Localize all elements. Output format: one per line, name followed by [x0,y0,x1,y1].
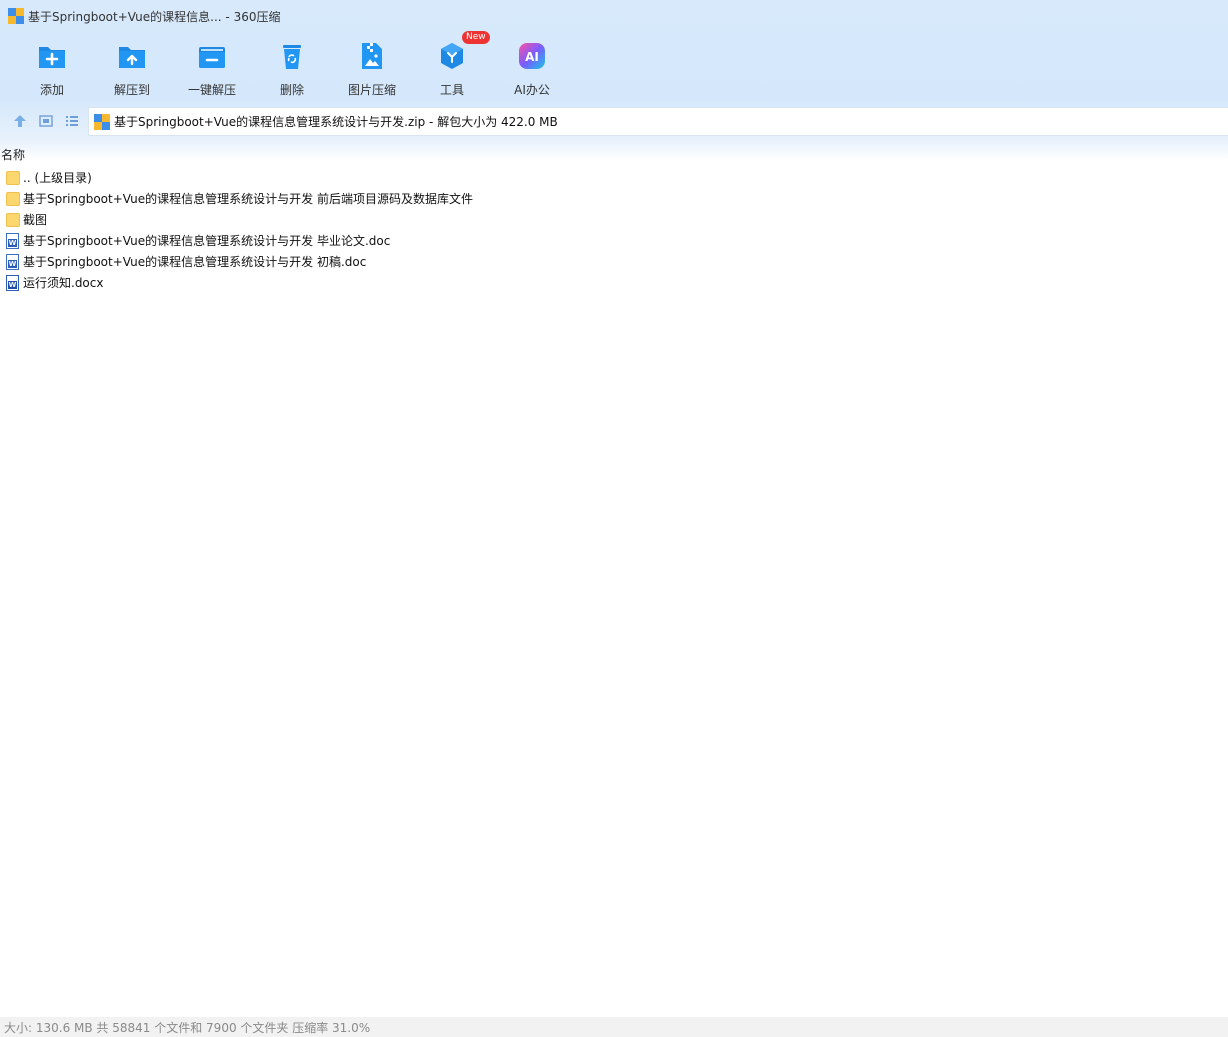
folder-icon [6,212,22,228]
file-name: 截图 [23,213,48,227]
file-name: 基于Springboot+Vue的课程信息管理系统设计与开发 毕业论文.doc [23,234,391,248]
list-view-button[interactable] [60,109,84,133]
app-window: 基于Springboot+Vue的课程信息... - 360压缩 添加 解压到 … [0,0,1228,1037]
word-doc-icon: W [6,253,22,270]
add-button[interactable]: 添加 [12,36,92,100]
add-icon [36,40,68,72]
file-name: .. (上级目录) [23,171,92,185]
folder-icon [6,191,22,207]
ai-office-button[interactable]: AI AI办公 [492,36,572,100]
list-item[interactable]: W 运行须知.docx [0,272,1228,293]
column-header-name[interactable]: 名称 [0,146,1228,164]
app-logo-icon [8,8,24,24]
status-text: 大小: 130.6 MB 共 58841 个文件和 7900 个文件夹 压缩率 … [4,1020,371,1035]
extract-to-label: 解压到 [113,83,150,97]
image-compress-label: 图片压缩 [347,83,396,97]
title-bar: 基于Springboot+Vue的课程信息... - 360压缩 [0,0,1228,32]
path-text: 基于Springboot+Vue的课程信息管理系统设计与开发.zip - 解包大… [114,115,558,129]
folder-icon [6,170,22,186]
list-item[interactable]: 基于Springboot+Vue的课程信息管理系统设计与开发 前后端项目源码及数… [0,188,1228,209]
main-toolbar: 添加 解压到 一键解压 删除 图片压缩 New 工具 AI AI办公 [12,31,572,100]
image-compress-button[interactable]: 图片压缩 [332,36,412,100]
extract-to-button[interactable]: 解压到 [92,36,172,100]
one-click-extract-label: 一键解压 [187,83,236,97]
delete-button[interactable]: 删除 [252,36,332,100]
one-click-extract-icon [196,40,228,72]
tools-button[interactable]: New 工具 [412,31,492,100]
extract-to-icon [116,40,148,72]
file-name: 运行须知.docx [23,276,104,290]
image-compress-icon [356,40,388,72]
column-name-label: 名称 [1,148,26,162]
svg-text:AI: AI [525,50,539,64]
new-badge: New [462,31,490,44]
one-click-extract-button[interactable]: 一键解压 [172,36,252,100]
list-view-icon [66,116,78,126]
list-item[interactable]: W 基于Springboot+Vue的课程信息管理系统设计与开发 毕业论文.do… [0,230,1228,251]
file-name: 基于Springboot+Vue的课程信息管理系统设计与开发 初稿.doc [23,255,367,269]
tools-icon [436,40,468,72]
ai-office-label: AI办公 [514,83,550,97]
window-title: 基于Springboot+Vue的课程信息... - 360压缩 [28,9,281,24]
thumbnail-view-button[interactable] [34,109,58,133]
thumbnail-view-icon [39,115,53,127]
delete-icon [276,40,308,72]
archive-icon [94,113,110,130]
up-directory-button[interactable] [8,109,32,133]
delete-label: 删除 [279,83,304,97]
tools-label: 工具 [439,83,464,97]
word-docx-icon: W [6,274,22,291]
arrow-up-icon [14,115,26,127]
path-field[interactable]: 基于Springboot+Vue的课程信息管理系统设计与开发.zip - 解包大… [88,107,1228,136]
address-bar: 基于Springboot+Vue的课程信息管理系统设计与开发.zip - 解包大… [0,106,1228,136]
list-item[interactable]: 截图 [0,209,1228,230]
status-bar: 大小: 130.6 MB 共 58841 个文件和 7900 个文件夹 压缩率 … [0,1017,1228,1037]
word-doc-icon: W [6,232,22,249]
file-name: 基于Springboot+Vue的课程信息管理系统设计与开发 前后端项目源码及数… [23,192,473,206]
list-item[interactable]: W 基于Springboot+Vue的课程信息管理系统设计与开发 初稿.doc [0,251,1228,272]
ai-office-icon: AI [516,40,548,72]
file-list: .. (上级目录) 基于Springboot+Vue的课程信息管理系统设计与开发… [0,167,1228,293]
add-label: 添加 [39,83,64,97]
list-item-parent-directory[interactable]: .. (上级目录) [0,167,1228,188]
